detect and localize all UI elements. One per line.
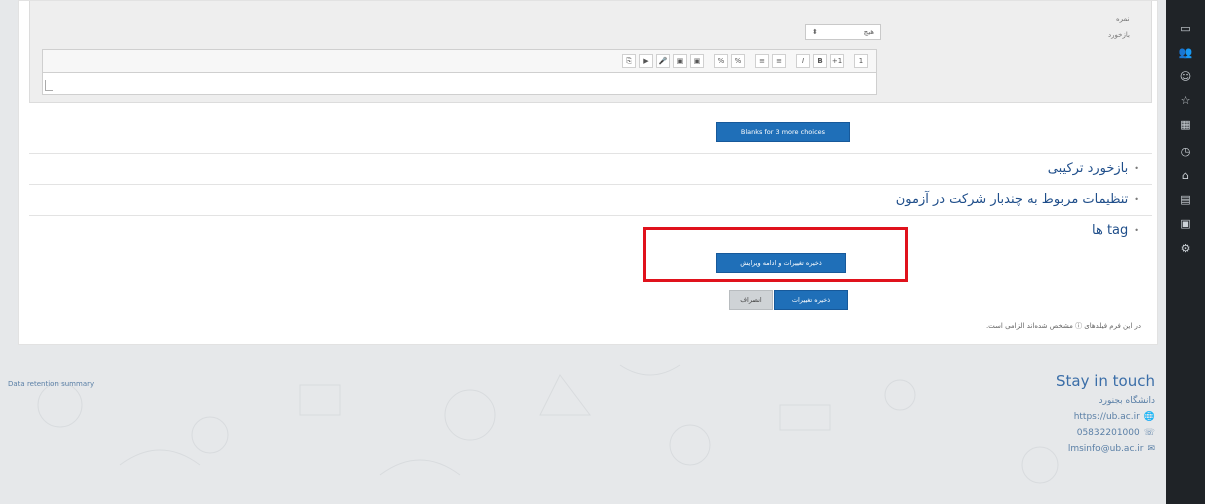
folder-icon[interactable]: ▭ <box>1166 22 1205 35</box>
link-icon[interactable]: % <box>731 54 745 68</box>
bullet-icon: • <box>1134 226 1139 235</box>
calendar-icon[interactable]: ▤ <box>1166 193 1205 206</box>
section-multiple-tries[interactable]: • تنظیمات مربوط به چندبار شرکت در آزمون <box>896 192 1139 207</box>
italic-icon[interactable]: I <box>796 54 810 68</box>
answer-editor-panel: نمره بازخورد ⬍ هیچ ⎘ ▶ 🎤 ▣ ▣ % % ≡ ≡ I B <box>29 1 1152 103</box>
bold-icon[interactable]: B <box>813 54 827 68</box>
paragraph-icon[interactable]: +1 <box>830 54 844 68</box>
org-name: دانشگاه بجنورد <box>1098 396 1155 406</box>
grid-icon[interactable]: ▦ <box>1166 118 1205 131</box>
section-tags[interactable]: • tag ها <box>1092 223 1139 238</box>
required-fields-note: در این فرم فیلدهای ⓘ مشخص شده‌اند الزامی… <box>985 322 1141 330</box>
blanks-more-choices-button[interactable]: Blanks for 3 more choices <box>716 122 850 142</box>
question-edit-form: نمره بازخورد ⬍ هیچ ⎘ ▶ 🎤 ▣ ▣ % % ≡ ≡ I B <box>18 0 1158 345</box>
star-icon[interactable]: ☆ <box>1166 94 1205 107</box>
cancel-button[interactable]: انصراف <box>729 290 773 310</box>
right-sidebar: ▭ 👥 ☺ ☆ ▦ ◷ ⌂ ▤ ▣ ⚙ <box>1166 0 1205 504</box>
section-combined-feedback[interactable]: • بازخورد ترکیبی <box>1048 161 1139 176</box>
website-link[interactable]: https://ub.ac.ir 🌐 <box>1056 412 1155 422</box>
stay-in-touch-title: Stay in touch <box>1055 372 1155 390</box>
bullet-list-icon[interactable]: ≡ <box>772 54 786 68</box>
save-button[interactable]: ذخیره تغییرات <box>774 290 848 310</box>
phone-icon: ☏ <box>1143 428 1155 438</box>
divider <box>29 215 1152 216</box>
grade-label: نمره <box>1116 15 1130 23</box>
feedback-editor-textarea[interactable] <box>42 73 877 95</box>
bullet-icon: • <box>1134 164 1139 173</box>
clock-icon[interactable]: ◷ <box>1166 145 1205 158</box>
editor-toolbar: ⎘ ▶ 🎤 ▣ ▣ % % ≡ ≡ I B +1 1 <box>42 49 877 73</box>
video-icon[interactable]: ▶ <box>639 54 653 68</box>
email-link[interactable]: lmsinfo@ub.ac.ir ✉ <box>1056 444 1155 454</box>
expand-toolbar-icon[interactable]: 1 <box>854 54 868 68</box>
footer-doodle-background <box>37 364 1059 484</box>
grade-select[interactable]: ⬍ هیچ <box>805 24 881 40</box>
media-manager-icon[interactable]: ▣ <box>690 54 704 68</box>
footer-contact: Stay in touch دانشگاه بجنورد https://ub.… <box>1056 372 1155 454</box>
globe-icon: 🌐 <box>1143 412 1155 422</box>
gear-icon[interactable]: ⚙ <box>1166 242 1205 255</box>
chevron-down-icon: ⬍ <box>812 28 818 36</box>
feedback-label: بازخورد <box>1108 31 1130 39</box>
numbered-list-icon[interactable]: ≡ <box>755 54 769 68</box>
bullet-icon: • <box>1134 195 1139 204</box>
archive-icon[interactable]: ▣ <box>1166 217 1205 230</box>
highlight-box <box>643 227 908 282</box>
person-icon[interactable]: ☺ <box>1166 70 1205 83</box>
divider <box>29 184 1152 185</box>
image-icon[interactable]: ▣ <box>673 54 687 68</box>
home-icon[interactable]: ⌂ <box>1166 169 1205 182</box>
users-icon[interactable]: 👥 <box>1166 46 1205 59</box>
phone-link[interactable]: 05832201000 ☏ <box>1056 428 1155 438</box>
audio-icon[interactable]: 🎤 <box>656 54 670 68</box>
divider <box>29 153 1152 154</box>
data-retention-link[interactable]: Data retention summary <box>8 380 94 388</box>
unlink-icon[interactable]: % <box>714 54 728 68</box>
media-icon[interactable]: ⎘ <box>622 54 636 68</box>
resize-handle-icon[interactable] <box>45 80 53 91</box>
mail-icon: ✉ <box>1147 444 1155 454</box>
